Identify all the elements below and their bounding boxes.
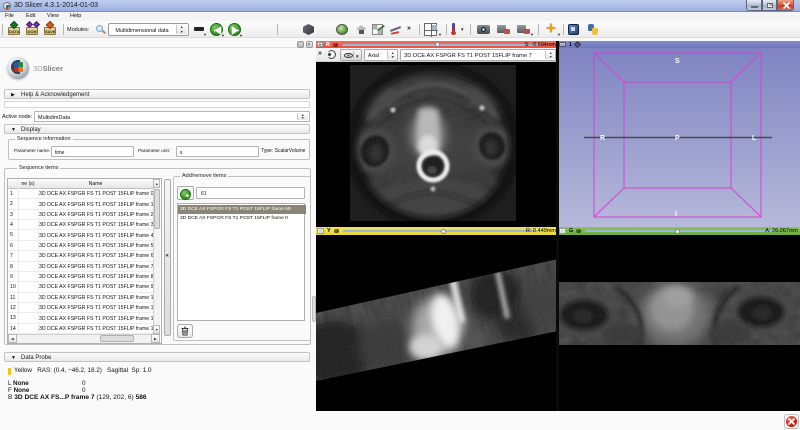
svg-text:P: P: [675, 135, 680, 142]
svg-text:S: S: [675, 58, 680, 65]
svg-text:L: L: [752, 135, 757, 142]
svg-text:R: R: [600, 135, 605, 142]
svg-text:I: I: [675, 211, 677, 218]
